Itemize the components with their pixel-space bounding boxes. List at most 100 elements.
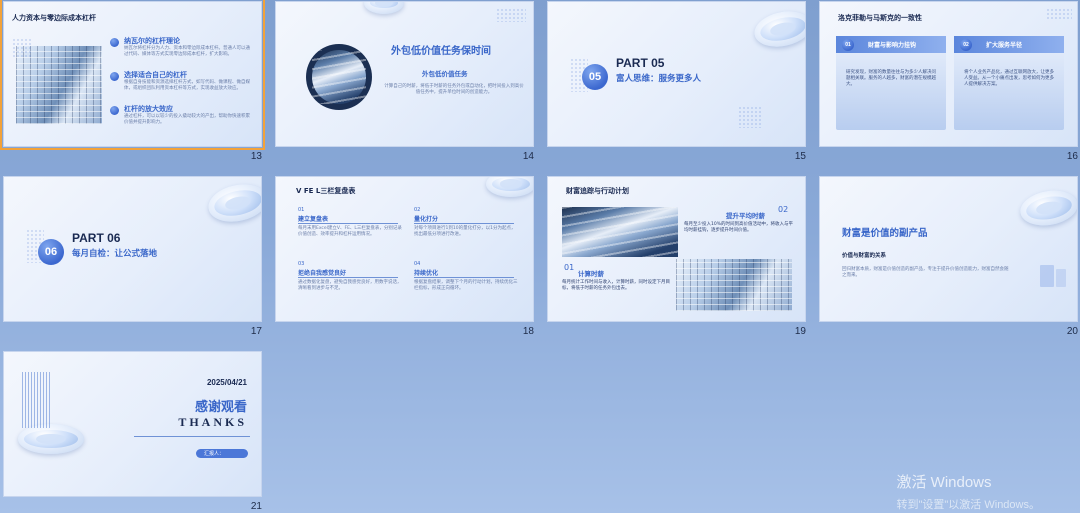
item-number: 02 xyxy=(778,205,789,214)
slide-number: 15 xyxy=(794,151,806,162)
slide-text: 回归财富本质，财富是价值创造的副产品，专注于提升价值创造能力，财富自然会随之而来… xyxy=(842,267,1009,278)
item-text: 对每个项目进行1到10的量化打分，以1分为起点，找出最低分项进行改进。 xyxy=(414,226,516,237)
item-number: 01 xyxy=(564,263,575,272)
slide-thumb-19[interactable]: 财富追踪与行动计划 02 提升平均时薪 每月至少投入10%的时间到高价值活动中，… xyxy=(547,176,806,339)
slide-subtitle: 外包低价值任务 xyxy=(422,70,468,78)
slide-thumb-17[interactable]: 06 PART 06 每月自检：让公式落地 17 xyxy=(3,176,262,339)
slide-number: 18 xyxy=(522,326,534,337)
item-heading: 纳瓦尔的杠杆理论 xyxy=(124,37,180,45)
separator xyxy=(298,277,398,278)
slide-thumb-18[interactable]: V FE L三栏复盘表 01 建立复盘表 每月末用Excel建立V、FE、L三栏… xyxy=(275,176,534,339)
dot-grid-decoration xyxy=(12,38,32,58)
slide-number: 13 xyxy=(250,151,262,162)
slide-21[interactable]: 2025/04/21 感谢观看 THANKS 汇报人： xyxy=(3,351,262,497)
card-number: 02 xyxy=(960,38,972,51)
closing-date: 2025/04/21 xyxy=(206,378,247,387)
ring-decoration xyxy=(364,2,404,14)
slide-title: 财富追踪与行动计划 xyxy=(566,187,629,195)
slide-thumb-16[interactable]: 洛克菲勒与马斯克的一致性 01 财富与影响力挂钩 研究发现，财富的数量往往与为多… xyxy=(819,1,1078,164)
card-header: 02 扩大服务半径 xyxy=(954,36,1064,53)
item-text: 每月统计工作时间与收入，计算时薪，同时设定下月目标，将低于时薪的任务外包出去。 xyxy=(562,280,670,291)
thanks-cn: 感谢观看 xyxy=(194,400,247,415)
slide-title: 外包低价值任务保时间 xyxy=(391,46,491,57)
watermark-line1: 激活 Windows xyxy=(896,474,992,491)
slide-number: 17 xyxy=(250,326,262,337)
abstract-photo xyxy=(562,207,678,257)
slide-thumb-13[interactable]: 人力资本与零边际成本杠杆 纳瓦尔的杠杆理论 纳瓦尔将杠杆分为人力、资本和零边际成… xyxy=(0,0,265,164)
item-number: 01 xyxy=(298,207,305,213)
part-badge: 05 xyxy=(582,64,608,90)
slide-15[interactable]: 05 PART 05 富人思维：服务更多人 xyxy=(547,1,806,147)
separator xyxy=(414,223,514,224)
card-text: 将个人业务产品化，通过互联网放大，让更多人受益。从一个小痛点出发，思考如何为更多… xyxy=(964,70,1054,87)
item-heading: 提升平均时薪 xyxy=(726,212,765,220)
item-text: 根据复盘结果，调整下个月的行动计划，持续优化三栏指标，形成正向循环。 xyxy=(414,280,518,291)
bullet-icon xyxy=(110,72,119,81)
separator xyxy=(134,436,250,437)
slide-thumb-21[interactable]: 2025/04/21 感谢观看 THANKS 汇报人： 21 xyxy=(3,351,262,513)
slide-title: 洛克菲勒与马斯克的一致性 xyxy=(838,14,922,22)
slide-subheading: 价值与财富的关系 xyxy=(842,253,887,259)
slide-number: 14 xyxy=(522,151,534,162)
circle-photo-frame xyxy=(306,44,372,110)
ring-decoration xyxy=(18,424,84,454)
item-number: 03 xyxy=(298,261,305,267)
ring-decoration xyxy=(1017,186,1077,230)
slide-20[interactable]: 财富是价值的副产品 价值与财富的关系 回归财富本质，财富是价值创造的副产品，专注… xyxy=(819,176,1078,322)
separator xyxy=(414,277,514,278)
slide-title: V FE L三栏复盘表 xyxy=(296,187,356,195)
item-text: 纳瓦尔将杠杆分为人力、资本和零边际成本杠杆。普通人可以通过代码、媒体等方式实现零… xyxy=(124,46,250,57)
item-heading: 选择适合自己的杠杆 xyxy=(124,71,187,79)
slide-17[interactable]: 06 PART 06 每月自检：让公式落地 xyxy=(3,176,262,322)
ring-decoration xyxy=(204,179,261,227)
vertical-lines-decoration xyxy=(22,372,52,428)
card-text: 研究发现，财富的数量往往与为多少人解决问题相关联。服务的人越多，财富的潜在规模越… xyxy=(846,70,936,87)
glass-block-decoration xyxy=(1040,265,1054,287)
part-subtitle: 富人思维：服务更多人 xyxy=(616,74,702,84)
item-heading: 计算时薪 xyxy=(578,270,604,278)
item-text: 每月末用Excel建立V、FE、L三栏复盘表，分别记录价值创造、效率提升和杠杆运… xyxy=(298,226,402,237)
slide-thumb-14[interactable]: 外包低价值任务保时间 外包低价值任务 计算自己的时薪，将低于时薪的任务外包或自动… xyxy=(275,1,534,164)
bullet-icon xyxy=(110,38,119,47)
glass-block-decoration xyxy=(1056,269,1066,287)
thanks-en: THANKS xyxy=(178,415,247,429)
part-badge: 06 xyxy=(38,239,64,265)
part-label: PART 06 xyxy=(72,231,121,245)
ring-decoration xyxy=(486,177,533,197)
part-subtitle: 每月自检：让公式落地 xyxy=(72,249,158,259)
slide-18[interactable]: V FE L三栏复盘表 01 建立复盘表 每月末用Excel建立V、FE、L三栏… xyxy=(275,176,534,322)
card-header: 01 财富与影响力挂钩 xyxy=(836,36,946,53)
dot-grid-decoration xyxy=(738,106,762,128)
slide-number: 21 xyxy=(250,501,262,512)
slide-number: 20 xyxy=(1066,326,1078,337)
item-text: 每月至少投入10%的时间到高价值活动中，将收入与平均时薪挂钩，逐步提升时间价值。 xyxy=(684,222,793,233)
ring-decoration xyxy=(751,6,805,52)
slide-19[interactable]: 财富追踪与行动计划 02 提升平均时薪 每月至少投入10%的时间到高价值活动中，… xyxy=(547,176,806,322)
item-heading: 拒绝自我感觉良好 xyxy=(298,270,347,277)
slide-14[interactable]: 外包低价值任务保时间 外包低价值任务 计算自己的时薪，将低于时薪的任务外包或自动… xyxy=(275,1,534,147)
bullet-icon xyxy=(110,106,119,115)
info-card-1: 01 财富与影响力挂钩 研究发现，财富的数量往往与为多少人解决问题相关联。服务的… xyxy=(836,36,946,130)
info-card-2: 02 扩大服务半径 将个人业务产品化，通过互联网放大，让更多人受益。从一个小痛点… xyxy=(954,36,1064,130)
slide-title: 财富是价值的副产品 xyxy=(842,228,928,239)
item-text: 通过数据化复盘，避免自我感觉良好，用数字说话，清晰看到进步与不足。 xyxy=(298,280,402,291)
slide-thumb-15[interactable]: 05 PART 05 富人思维：服务更多人 15 xyxy=(547,1,806,164)
slide-title: 人力资本与零边际成本杠杆 xyxy=(12,14,96,22)
slide-13[interactable]: 人力资本与零边际成本杠杆 纳瓦尔的杠杆理论 纳瓦尔将杠杆分为人力、资本和零边际成… xyxy=(0,0,265,150)
slide-thumb-20[interactable]: 财富是价值的副产品 价值与财富的关系 回归财富本质，财富是价值创造的副产品，专注… xyxy=(819,176,1078,339)
item-text: 根据自身技能和资源选择杠杆方式，如写代码、做课程、做自媒体，或组织团队利用资本杠… xyxy=(124,80,250,91)
item-text: 通过杠杆，可以以较少的投入撬动较大的产出，帮助你快速积累价值并提升影响力。 xyxy=(124,114,250,125)
slide-text: 计算自己的时薪，将低于时薪的任务外包或自动化，把时间投入到高价值任务中，提升单位… xyxy=(384,84,524,95)
separator xyxy=(298,223,398,224)
item-heading: 杠杆的放大效应 xyxy=(124,105,173,113)
card-heading: 财富与影响力挂钩 xyxy=(868,42,917,49)
item-heading: 建立复盘表 xyxy=(298,216,329,223)
abstract-photo xyxy=(312,50,366,104)
slide-16[interactable]: 洛克菲勒与马斯克的一致性 01 财富与影响力挂钩 研究发现，财富的数量往往与为多… xyxy=(819,1,1078,147)
reporter-label: 汇报人： xyxy=(196,449,248,458)
dot-grid-decoration xyxy=(496,8,526,22)
dot-grid-decoration xyxy=(1046,8,1072,20)
windows-activation-watermark: 激活 Windows 转到"设置"以激活 Windows。 xyxy=(897,471,1041,512)
item-heading: 量化打分 xyxy=(414,216,439,223)
slide-number: 16 xyxy=(1066,151,1078,162)
